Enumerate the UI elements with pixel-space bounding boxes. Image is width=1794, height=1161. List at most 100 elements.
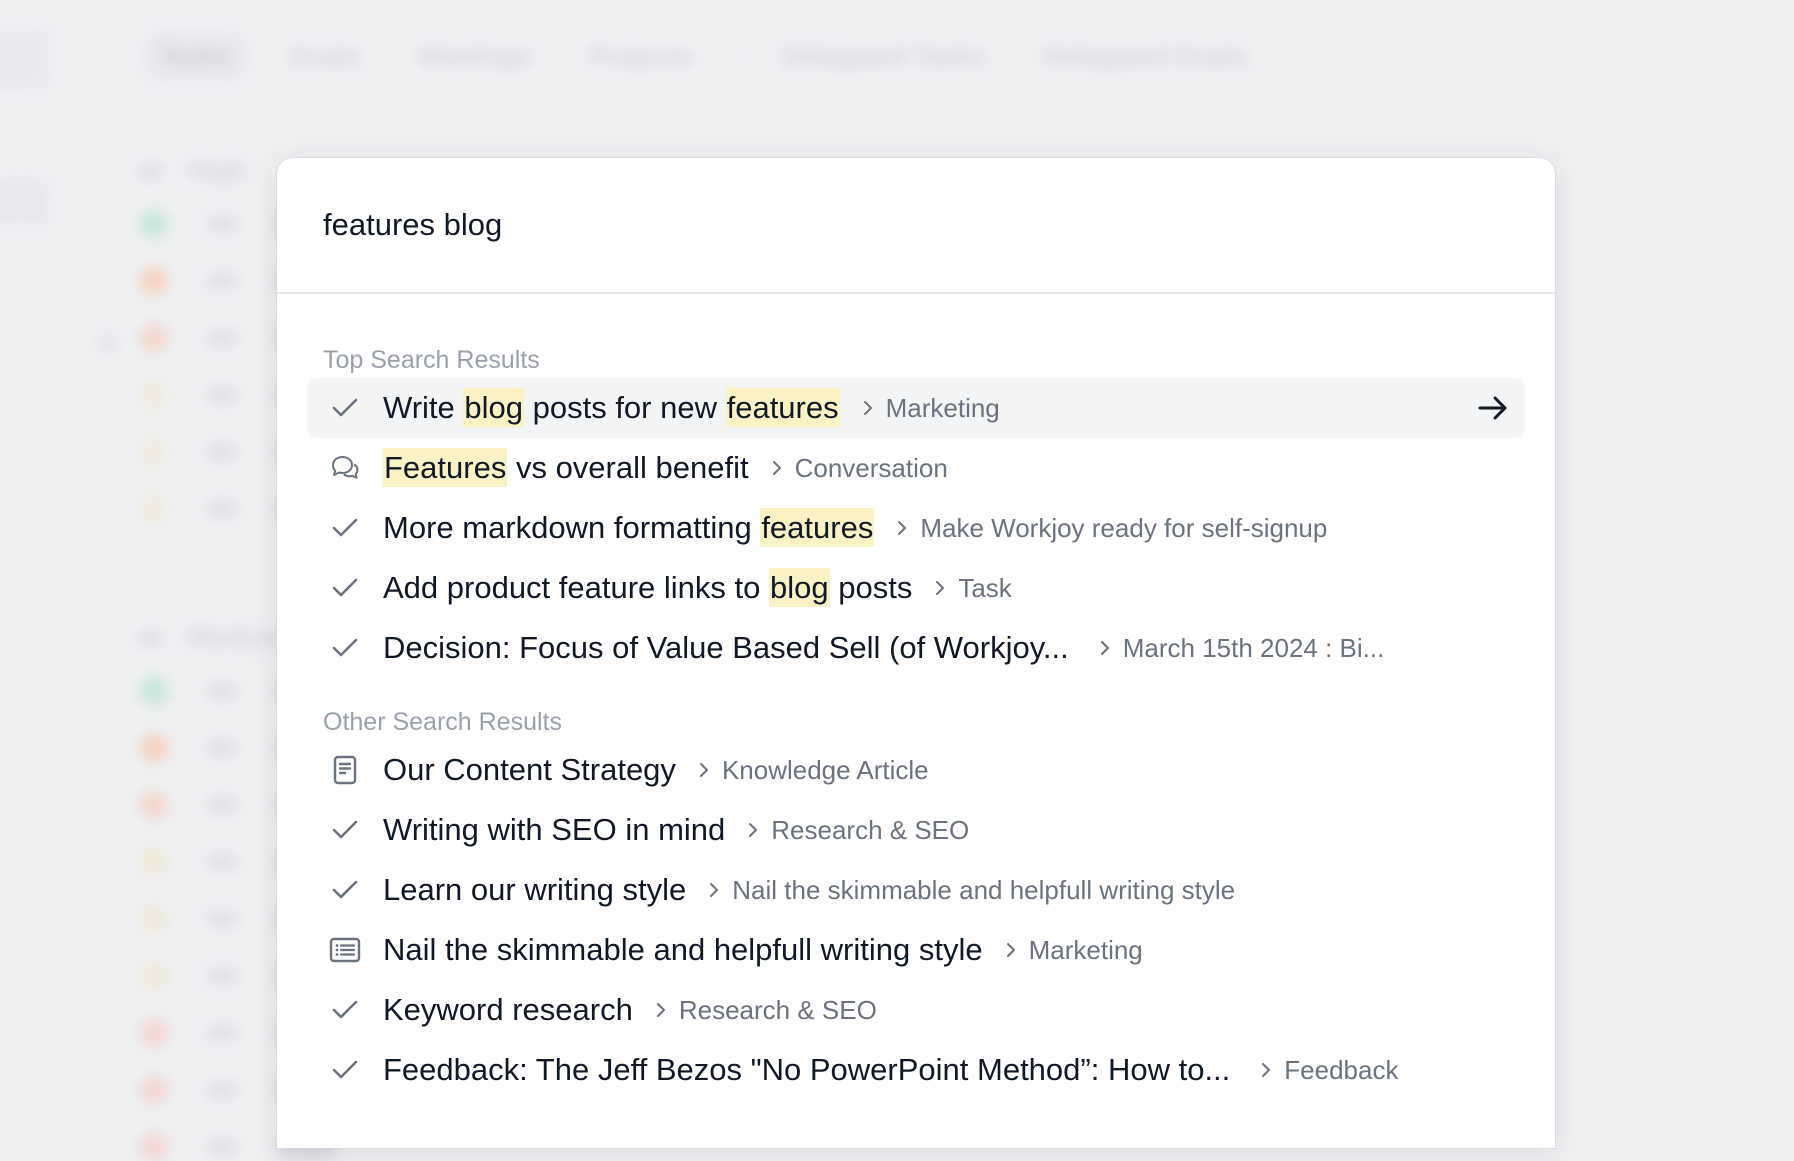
priority-dot (140, 962, 168, 990)
check-icon (208, 969, 236, 983)
drag-handle-icon (100, 335, 116, 351)
result-breadcrumb: Research & SEO (771, 815, 969, 846)
priority-dot (140, 381, 168, 409)
check-icon (323, 988, 367, 1032)
match-highlight: blog (463, 388, 524, 427)
search-result-row[interactable]: Writing with SEO in mind Research & SEO (307, 800, 1525, 860)
search-result-row[interactable]: Our Content Strategy Knowledge Article (307, 740, 1525, 800)
check-icon (208, 445, 236, 459)
title-text: Write (383, 390, 463, 425)
tab-goals[interactable]: Goals (275, 33, 375, 80)
section-label: Top Search Results (307, 342, 1525, 378)
search-result-row[interactable]: Write blog posts for new features Marketi… (307, 378, 1525, 438)
priority-dot (140, 848, 168, 876)
result-title: Our Content Strategy (383, 752, 676, 788)
check-icon (323, 1048, 367, 1092)
group-header[interactable]: High (140, 155, 246, 186)
result-title: Feedback: The Jeff Bezos "No PowerPoint … (383, 1052, 1230, 1088)
check-icon (208, 912, 236, 926)
check-icon (208, 331, 236, 345)
title-text: Our Content Strategy (383, 752, 676, 787)
chevron-right-icon (896, 518, 908, 538)
search-result-row[interactable]: Add product feature links to blog posts T… (307, 558, 1525, 618)
sidebar-item (0, 180, 50, 225)
group-header[interactable]: Medium (140, 622, 286, 653)
search-result-row[interactable]: More markdown formatting features Make Wo… (307, 498, 1525, 558)
chevron-right-icon (655, 1000, 667, 1020)
check-icon (323, 386, 367, 430)
priority-dot (140, 677, 168, 705)
match-highlight: blog (769, 568, 830, 607)
top-nav: Tasks Goals Meetings Projects Delegated Task… (0, 18, 1794, 90)
result-title: Add product feature links to blog posts (383, 570, 912, 606)
result-breadcrumb: Marketing (886, 393, 1000, 424)
search-results: Top Search ResultsWrite blog posts for n… (277, 294, 1555, 1100)
tab-projects[interactable]: Projects (576, 33, 707, 80)
chevron-down-icon (140, 632, 162, 644)
title-text: Add product feature links to (383, 570, 769, 605)
check-icon (208, 855, 236, 869)
match-highlight: features (760, 508, 874, 547)
result-title: Nail the skimmable and helpfull writing … (383, 932, 983, 968)
search-result-row[interactable]: Keyword research Research & SEO (307, 980, 1525, 1040)
priority-dot (140, 905, 168, 933)
chevron-right-icon (708, 880, 720, 900)
search-result-row[interactable]: Decision: Focus of Value Based Sell (of … (307, 618, 1525, 678)
tab-meetings[interactable]: Meetings (405, 33, 546, 80)
search-result-row[interactable]: Nail the skimmable and helpfull writing … (307, 920, 1525, 980)
search-bar (277, 158, 1555, 294)
search-result-row[interactable]: Feedback: The Jeff Bezos "No PowerPoint … (307, 1040, 1525, 1100)
priority-dot (140, 324, 168, 352)
section-label: Other Search Results (307, 704, 1525, 740)
priority-dot (140, 734, 168, 762)
check-icon (208, 274, 236, 288)
result-breadcrumb: Research & SEO (679, 995, 877, 1026)
title-text: Keyword research (383, 992, 633, 1027)
search-result-row[interactable]: Features vs overall benefitConversation (307, 438, 1525, 498)
result-title: Keyword research (383, 992, 633, 1028)
result-breadcrumb: Task (958, 573, 1011, 604)
arrow-right-icon[interactable] (1477, 394, 1509, 422)
tab-delegated-goals[interactable]: Delegated Goals (1030, 33, 1262, 80)
priority-dot (140, 210, 168, 238)
chevron-right-icon (862, 398, 874, 418)
list-icon (323, 928, 367, 972)
chevron-right-icon (1260, 1060, 1272, 1080)
chevron-right-icon (1099, 638, 1111, 658)
check-icon (208, 684, 236, 698)
search-input[interactable] (323, 207, 1423, 243)
title-text: Writing with SEO in mind (383, 812, 725, 847)
search-modal: Top Search ResultsWrite blog posts for n… (277, 158, 1555, 1148)
chevron-right-icon (934, 578, 946, 598)
priority-dot (140, 438, 168, 466)
chevron-right-icon (771, 458, 783, 478)
tab-bar: Tasks Goals Meetings Projects Delegated Task… (145, 28, 1261, 84)
group-label: Medium (188, 622, 286, 653)
result-breadcrumb: Nail the skimmable and helpfull writing … (732, 875, 1235, 906)
group-label: High (188, 155, 246, 186)
result-title: Decision: Focus of Value Based Sell (of … (383, 630, 1069, 666)
search-result-row[interactable]: Learn our writing styleNail the skimmabl… (307, 860, 1525, 920)
check-icon (208, 1083, 236, 1097)
check-icon (208, 502, 236, 516)
title-text: Feedback: The Jeff Bezos "No PowerPoint … (383, 1052, 1230, 1087)
check-icon (208, 1026, 236, 1040)
priority-dot (140, 1133, 168, 1161)
check-icon (323, 868, 367, 912)
check-icon (323, 626, 367, 670)
menu-button (0, 28, 50, 88)
chevron-right-icon (747, 820, 759, 840)
result-breadcrumb: Knowledge Article (722, 755, 929, 786)
result-title: Write blog posts for new features (383, 390, 840, 426)
document-icon (323, 748, 367, 792)
tab-tasks[interactable]: Tasks (145, 33, 245, 80)
check-icon (323, 506, 367, 550)
result-title: More markdown formatting features (383, 510, 874, 546)
check-icon (208, 388, 236, 402)
tab-delegated-tasks[interactable]: Delegated Tasks (768, 33, 999, 80)
priority-dot (140, 791, 168, 819)
result-breadcrumb: Make Workjoy ready for self-signup (920, 513, 1327, 544)
result-title: Features vs overall benefit (383, 450, 749, 486)
check-icon (323, 808, 367, 852)
title-text: posts for new (524, 390, 726, 425)
